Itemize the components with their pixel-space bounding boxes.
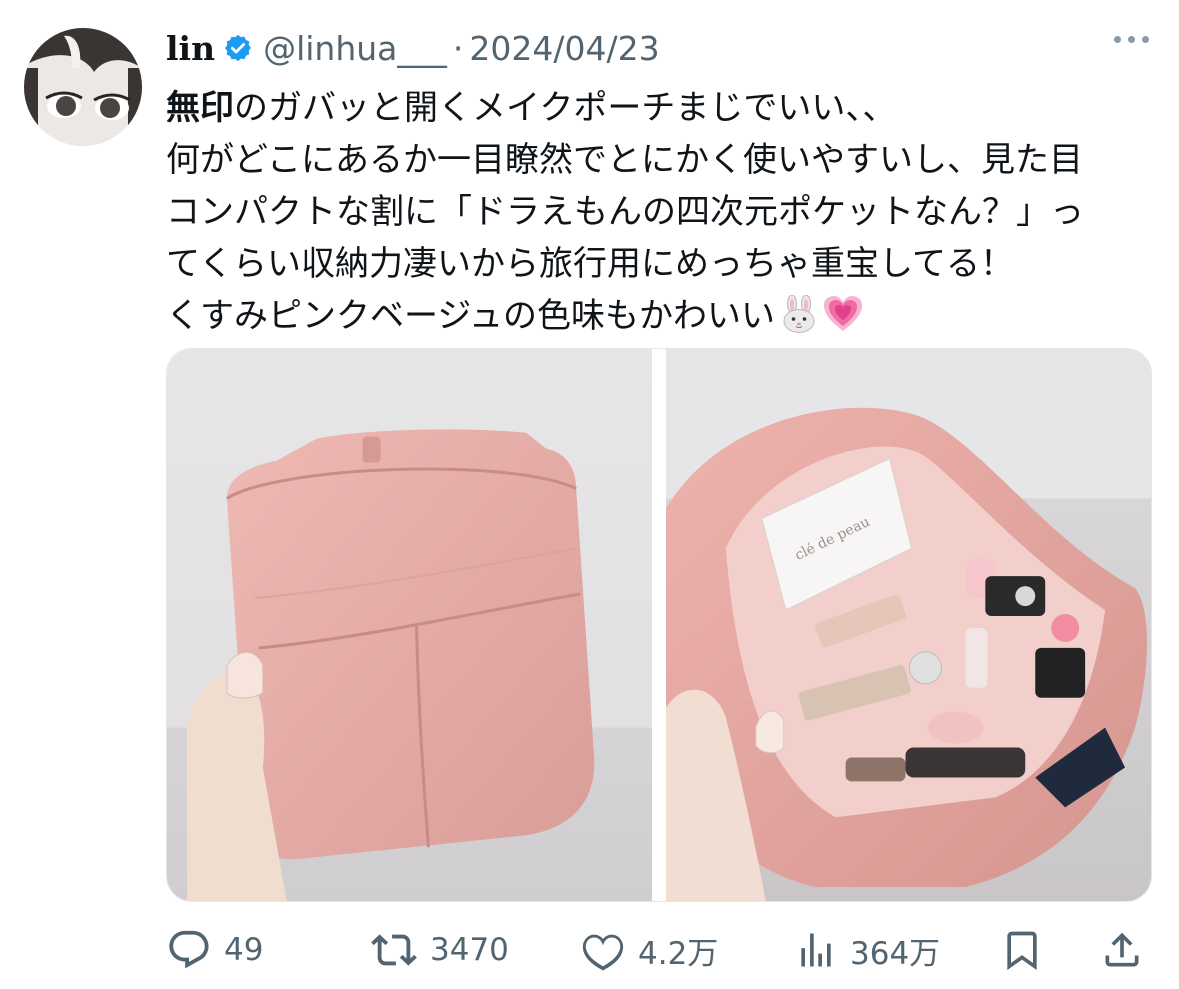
open-pink-pouch-with-makeup-photo[interactable]: clé de peau: [666, 349, 1151, 901]
closed-pink-pouch-photo[interactable]: [167, 349, 652, 901]
separator-dot: ·: [452, 28, 464, 68]
tweet-actions: 49 3470 4.2万 364万: [166, 920, 1146, 980]
tweet-text: 無印のガバッと開くメイクポーチまじでいい、、 何がどこにあるか一目瞭然でとにかく…: [166, 82, 1156, 342]
heart-icon: [580, 927, 626, 973]
tweet-text-line-1-rest: のガバッと開くメイクポーチまじでいい、、: [234, 88, 897, 128]
tweet-text-line-1: 無印のガバッと開くメイクポーチまじでいい、、: [166, 82, 1156, 134]
like-button[interactable]: 4.2万: [580, 920, 718, 980]
tweet-header: lin @linhua___ · 2024/04/23: [166, 24, 660, 72]
tweet-date[interactable]: 2024/04/23: [469, 29, 659, 68]
reply-count: 49: [224, 932, 264, 968]
tweet-text-bold: 無印: [166, 88, 234, 128]
author-display-name[interactable]: lin: [166, 29, 215, 68]
retweet-icon: [370, 927, 418, 973]
tweet-text-line-3: コンパクトな割に「ドラえもんの四次元ポケットなん？」っ: [166, 192, 1084, 232]
tweet-text-line-5: くすみピンクベージュの色味もかわいい: [166, 290, 1156, 342]
tweet-text-line-2: 何がどこにあるか一目瞭然でとにかく使いやすいし、見た目: [166, 140, 1083, 180]
growing-heart-icon: [823, 295, 863, 348]
bookmark-icon: [1000, 927, 1044, 973]
share-button[interactable]: [1100, 920, 1144, 980]
verified-badge-icon: [223, 33, 253, 63]
author-handle[interactable]: @linhua___: [263, 29, 447, 68]
views-count: 364万: [850, 935, 941, 972]
like-count: 4.2万: [638, 935, 719, 972]
media-gallery[interactable]: clé de peau: [166, 348, 1152, 902]
reply-button[interactable]: 49: [166, 920, 263, 980]
bookmark-button[interactable]: [1000, 920, 1044, 980]
rabbit-face-icon: [781, 294, 817, 348]
tweet-text-line-4: てくらい収納力凄いから旅行用にめっちゃ重宝してる！: [166, 244, 1014, 284]
views-chart-icon: [794, 927, 838, 973]
share-icon: [1100, 927, 1144, 973]
tweet: lin @linhua___ · 2024/04/23 無印のガバッと開くメイク…: [0, 0, 1179, 989]
retweet-count: 3470: [430, 932, 509, 968]
more-options-icon[interactable]: [1114, 36, 1149, 43]
avatar[interactable]: [24, 28, 142, 146]
retweet-button[interactable]: 3470: [370, 920, 509, 980]
tweet-text-line-5-text: くすみピンクベージュの色味もかわいい: [166, 296, 775, 336]
reply-icon: [166, 927, 212, 973]
views-button[interactable]: 364万: [794, 920, 940, 980]
